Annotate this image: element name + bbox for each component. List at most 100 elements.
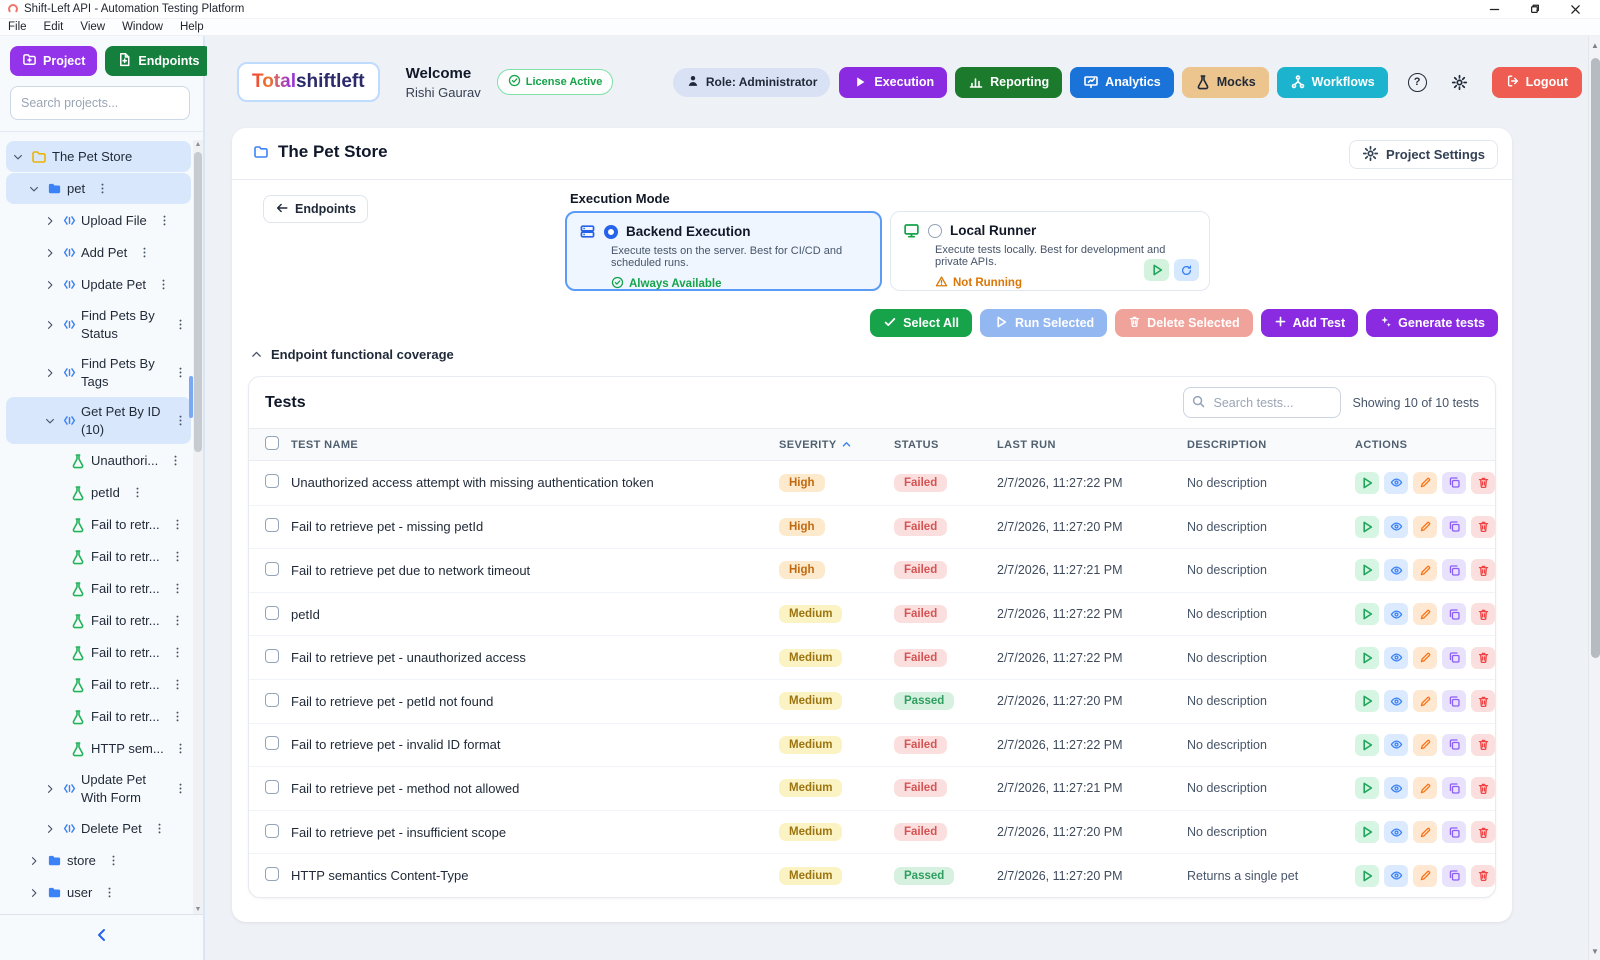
row-checkbox[interactable] xyxy=(265,693,279,707)
coverage-toggle[interactable]: Endpoint functional coverage xyxy=(250,347,454,362)
close-button[interactable] xyxy=(1569,3,1582,16)
tree-item-user[interactable]: user xyxy=(6,877,191,908)
test-row[interactable]: Unauthorized access attempt with missing… xyxy=(249,461,1495,505)
view-test-button[interactable] xyxy=(1384,559,1408,581)
tree-item-find-pets-by-tags[interactable]: Find Pets By Tags xyxy=(6,349,191,396)
sort-ascending-icon[interactable] xyxy=(841,439,852,450)
test-row[interactable]: Fail to retrieve pet - missing petIdHigh… xyxy=(249,505,1495,549)
delete-test-button[interactable] xyxy=(1471,777,1495,799)
chevron-right-icon[interactable] xyxy=(44,319,58,331)
backend-execution-card[interactable]: Backend Execution Execute tests on the s… xyxy=(565,211,882,291)
edit-test-button[interactable] xyxy=(1413,647,1437,669)
kebab-menu-icon[interactable] xyxy=(171,646,184,659)
duplicate-test-button[interactable] xyxy=(1442,821,1466,843)
edit-test-button[interactable] xyxy=(1413,472,1437,494)
settings-gear-button[interactable] xyxy=(1451,74,1468,91)
back-to-endpoints-button[interactable]: Endpoints xyxy=(263,195,368,223)
duplicate-test-button[interactable] xyxy=(1442,603,1466,625)
kebab-menu-icon[interactable] xyxy=(157,278,170,291)
tree-item-store[interactable]: store xyxy=(6,845,191,876)
edit-test-button[interactable] xyxy=(1413,603,1437,625)
delete-test-button[interactable] xyxy=(1471,821,1495,843)
run-test-button[interactable] xyxy=(1355,516,1379,538)
tree-item-fail-to-retr[interactable]: Fail to retr... xyxy=(6,541,191,572)
edit-test-button[interactable] xyxy=(1413,777,1437,799)
chevron-down-icon[interactable] xyxy=(12,151,26,163)
kebab-menu-icon[interactable] xyxy=(174,366,187,379)
help-button[interactable]: ? xyxy=(1408,73,1427,92)
tree-item-update-pet-with-form[interactable]: Update Pet With Form xyxy=(6,765,191,812)
edit-test-button[interactable] xyxy=(1413,516,1437,538)
menu-view[interactable]: View xyxy=(80,21,105,33)
nav-analytics-button[interactable]: Analytics xyxy=(1070,67,1174,98)
sidebar-collapse-button[interactable] xyxy=(0,914,203,960)
tree-item-fail-to-retr[interactable]: Fail to retr... xyxy=(6,605,191,636)
test-row[interactable]: petIdMediumFailed2/7/2026, 11:27:22 PMNo… xyxy=(249,592,1495,636)
local-runner-card[interactable]: Local Runner Execute tests locally. Best… xyxy=(890,211,1210,291)
duplicate-test-button[interactable] xyxy=(1442,559,1466,581)
kebab-menu-icon[interactable] xyxy=(138,246,151,259)
start-runner-button[interactable] xyxy=(1144,259,1169,281)
view-test-button[interactable] xyxy=(1384,777,1408,799)
new-endpoints-button[interactable]: Endpoints xyxy=(105,46,211,76)
duplicate-test-button[interactable] xyxy=(1442,777,1466,799)
tree-item-add-pet[interactable]: Add Pet xyxy=(6,237,191,268)
tree-item-fail-to-retr[interactable]: Fail to retr... xyxy=(6,509,191,540)
run-test-button[interactable] xyxy=(1355,559,1379,581)
kebab-menu-icon[interactable] xyxy=(107,854,120,867)
run-test-button[interactable] xyxy=(1355,777,1379,799)
nested-scroll-thumb[interactable] xyxy=(189,376,193,418)
kebab-menu-icon[interactable] xyxy=(174,782,187,795)
run-selected-button[interactable]: Run Selected xyxy=(980,309,1107,337)
delete-test-button[interactable] xyxy=(1471,734,1495,756)
menu-file[interactable]: File xyxy=(8,21,27,33)
chevron-right-icon[interactable] xyxy=(44,279,58,291)
tree-item-the-pet-store[interactable]: The Pet Store xyxy=(6,141,191,172)
project-settings-button[interactable]: Project Settings xyxy=(1349,140,1498,169)
duplicate-test-button[interactable] xyxy=(1442,690,1466,712)
view-test-button[interactable] xyxy=(1384,647,1408,669)
row-checkbox[interactable] xyxy=(265,474,279,488)
scroll-down-icon[interactable]: ▼ xyxy=(1589,947,1600,956)
delete-test-button[interactable] xyxy=(1471,647,1495,669)
tree-item-fail-to-retr[interactable]: Fail to retr... xyxy=(6,573,191,604)
sidebar-scrollbar[interactable]: ▲ ▼ xyxy=(193,140,203,914)
local-radio[interactable] xyxy=(928,224,942,238)
view-test-button[interactable] xyxy=(1384,603,1408,625)
tree-item-pet[interactable]: pet xyxy=(6,173,191,204)
maximize-button[interactable] xyxy=(1529,3,1541,16)
tree-item-petid[interactable]: petId xyxy=(6,477,191,508)
run-test-button[interactable] xyxy=(1355,734,1379,756)
row-checkbox[interactable] xyxy=(265,736,279,750)
test-row[interactable]: Fail to retrieve pet - unauthorized acce… xyxy=(249,635,1495,679)
view-test-button[interactable] xyxy=(1384,516,1408,538)
nav-workflows-button[interactable]: Workflows xyxy=(1277,67,1388,98)
tree-item-upload-file[interactable]: Upload File xyxy=(6,205,191,236)
edit-test-button[interactable] xyxy=(1413,734,1437,756)
test-row[interactable]: Fail to retrieve pet - insufficient scop… xyxy=(249,810,1495,854)
chevron-right-icon[interactable] xyxy=(44,823,58,835)
kebab-menu-icon[interactable] xyxy=(171,678,184,691)
refresh-runner-button[interactable] xyxy=(1174,259,1199,281)
run-test-button[interactable] xyxy=(1355,821,1379,843)
tree-item-http-sem[interactable]: HTTP sem... xyxy=(6,733,191,764)
edit-test-button[interactable] xyxy=(1413,821,1437,843)
chevron-right-icon[interactable] xyxy=(44,783,58,795)
tree-item-fail-to-retr[interactable]: Fail to retr... xyxy=(6,637,191,668)
window-scrollbar[interactable]: ▲ ▼ xyxy=(1588,36,1600,960)
view-test-button[interactable] xyxy=(1384,734,1408,756)
backend-radio[interactable] xyxy=(604,225,618,239)
row-checkbox[interactable] xyxy=(265,518,279,532)
edit-test-button[interactable] xyxy=(1413,559,1437,581)
minimize-button[interactable] xyxy=(1488,3,1501,16)
kebab-menu-icon[interactable] xyxy=(171,550,184,563)
tree-item-get-pet-by-id-10[interactable]: Get Pet By ID (10) xyxy=(6,397,191,444)
kebab-menu-icon[interactable] xyxy=(171,582,184,595)
nav-reporting-button[interactable]: Reporting xyxy=(955,67,1062,98)
menu-edit[interactable]: Edit xyxy=(44,21,64,33)
delete-test-button[interactable] xyxy=(1471,559,1495,581)
logout-button[interactable]: Logout xyxy=(1492,67,1582,98)
chevron-right-icon[interactable] xyxy=(44,367,58,379)
duplicate-test-button[interactable] xyxy=(1442,734,1466,756)
tree-item-update-pet[interactable]: Update Pet xyxy=(6,269,191,300)
